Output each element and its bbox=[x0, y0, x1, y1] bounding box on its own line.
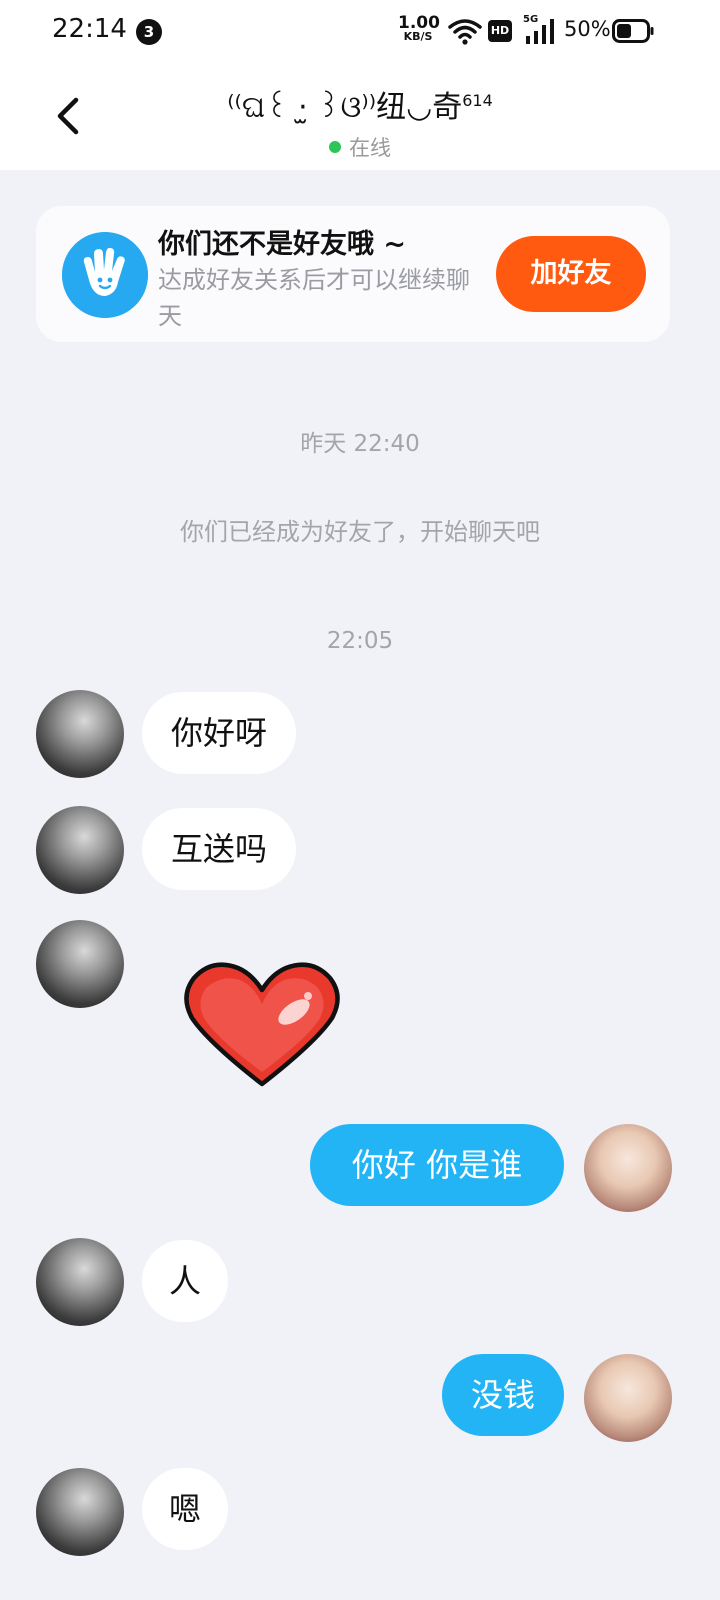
chat-title-suffix: 614 bbox=[462, 91, 493, 110]
chat-title: ⁽⁽ଘ꒰ ·̫ ꒱ଓ⁾⁾纽◡奇614 bbox=[0, 82, 720, 126]
incoming-message-bubble[interactable]: 嗯 bbox=[142, 1468, 228, 1550]
network-speed: 1.00 KB/S bbox=[398, 13, 440, 44]
heart-sticker[interactable] bbox=[182, 960, 342, 1090]
contact-avatar[interactable] bbox=[36, 920, 124, 1008]
contact-avatar[interactable] bbox=[36, 1468, 124, 1556]
incoming-message-bubble[interactable]: 你好呀 bbox=[142, 692, 296, 774]
outgoing-message-bubble[interactable]: 没钱 bbox=[442, 1354, 564, 1436]
contact-avatar[interactable] bbox=[36, 806, 124, 894]
my-avatar[interactable] bbox=[584, 1124, 672, 1212]
hd-icon: HD bbox=[488, 20, 512, 42]
chat-timestamp: 昨天 22:40 bbox=[300, 431, 420, 457]
signal-icon bbox=[526, 19, 554, 44]
online-dot-icon bbox=[329, 141, 341, 153]
battery-icon bbox=[612, 19, 654, 43]
banner-subtitle: 达成好友关系后才可以继续聊天 bbox=[158, 266, 470, 330]
chat-timestamp: 22:05 bbox=[326, 628, 394, 654]
not-friends-banner: 你们还不是好友哦 ~ 达成好友关系后才可以继续聊天 加好友 bbox=[36, 206, 670, 342]
online-status-text: 在线 bbox=[349, 136, 391, 160]
status-bar: 22:14 3 1.00 KB/S HD 5G 50% bbox=[0, 0, 720, 64]
incoming-message-bubble[interactable]: 人 bbox=[142, 1240, 228, 1322]
my-avatar[interactable] bbox=[584, 1354, 672, 1442]
add-friend-button[interactable]: 加好友 bbox=[496, 236, 646, 312]
network-speed-value: 1.00 bbox=[398, 13, 440, 33]
system-notice: 你们已经成为好友了，开始聊天吧 bbox=[180, 518, 540, 546]
wifi-icon bbox=[448, 19, 482, 45]
battery-percent: 50% bbox=[564, 17, 611, 41]
contact-avatar[interactable] bbox=[36, 1238, 124, 1326]
network-speed-unit: KB/S bbox=[403, 30, 433, 43]
chat-title-text: ⁽⁽ଘ꒰ ·̫ ꒱ଓ⁾⁾纽◡奇 bbox=[227, 90, 463, 125]
incoming-message-bubble[interactable]: 互送吗 bbox=[142, 808, 296, 890]
notification-count-badge: 3 bbox=[136, 19, 162, 45]
waving-hand-icon bbox=[62, 232, 148, 318]
banner-title: 你们还不是好友哦 ~ bbox=[158, 229, 407, 260]
online-status: 在线 bbox=[0, 132, 720, 162]
contact-avatar[interactable] bbox=[36, 690, 124, 778]
chat-header: ⁽⁽ଘ꒰ ·̫ ꒱ଓ⁾⁾纽◡奇614 在线 bbox=[0, 64, 720, 170]
status-time: 22:14 bbox=[52, 14, 127, 44]
outgoing-message-bubble[interactable]: 你好 你是谁 bbox=[310, 1124, 564, 1206]
